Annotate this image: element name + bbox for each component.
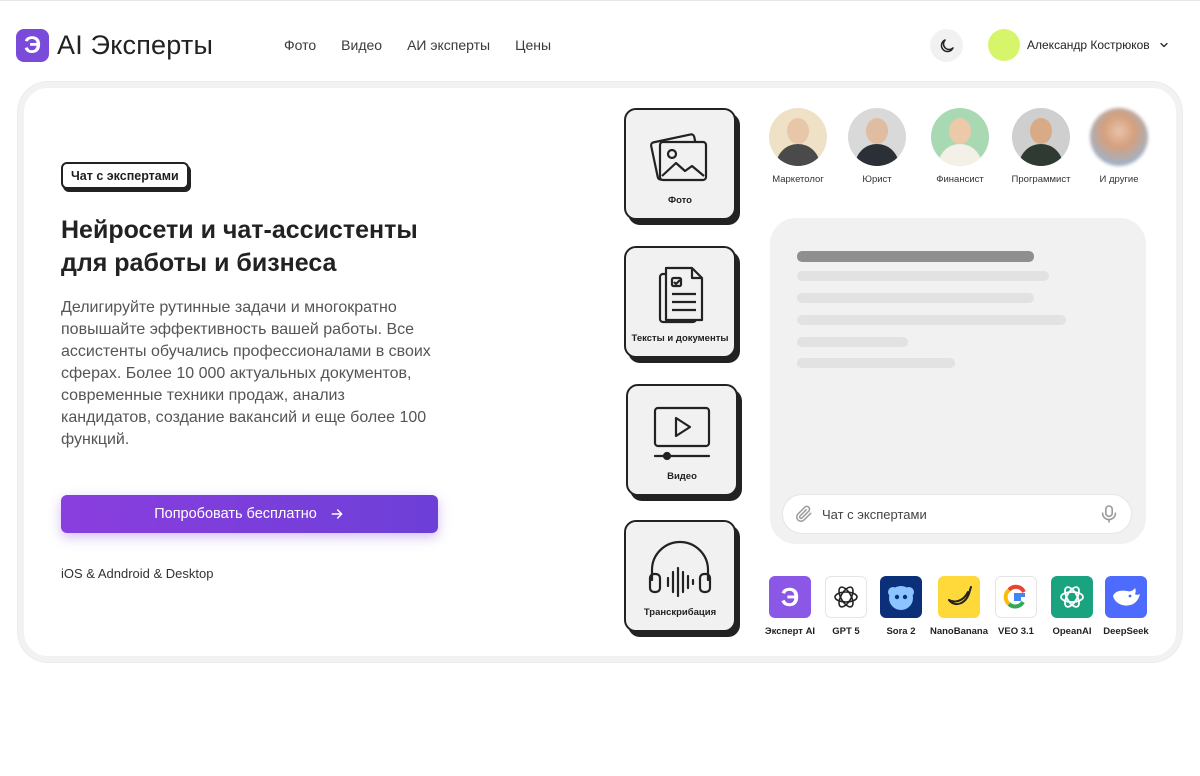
expert-label: И другие (1099, 174, 1139, 185)
expert-programmer[interactable]: Программист (1001, 108, 1081, 185)
platforms-text: iOS & Adndroid & Desktop (61, 566, 214, 581)
avatar (931, 108, 989, 166)
nav-link-prices[interactable]: Цены (515, 37, 551, 53)
nav-link-video[interactable]: Видео (341, 37, 382, 53)
try-free-label: Попробовать бесплатно (154, 506, 317, 522)
model-label: Эксперт AI (764, 626, 816, 637)
chat-input-placeholder: Чат с экспертами (822, 506, 927, 522)
avatar (769, 108, 827, 166)
skeleton-line (797, 358, 955, 368)
expert-label: Юрист (862, 174, 892, 185)
avatar (848, 108, 906, 166)
tile-label: Видео (667, 471, 697, 482)
logo[interactable]: Э AI Эксперты (16, 29, 213, 62)
user-menu[interactable]: Александр Кострюков (988, 29, 1170, 61)
user-name: Александр Кострюков (1027, 38, 1150, 52)
headline-line-1: Нейросети и чат-ассистенты (61, 216, 418, 244)
tile-video[interactable]: Видео (626, 384, 738, 496)
chevron-down-icon (1160, 42, 1168, 48)
banana-icon (938, 576, 980, 618)
tile-label: Тексты и документы (631, 333, 729, 344)
avatar (988, 29, 1020, 61)
arrow-right-icon (329, 506, 345, 522)
model-label: GPT 5 (832, 626, 860, 637)
microphone-icon[interactable] (1101, 504, 1117, 524)
paperclip-icon[interactable] (795, 505, 813, 523)
expert-label: Маркетолог (772, 174, 824, 185)
photo-icon (649, 133, 708, 182)
skeleton-line (797, 293, 1034, 303)
document-icon (658, 266, 704, 324)
skeleton-line (797, 315, 1066, 325)
chat-input[interactable]: Чат с экспертами (782, 494, 1132, 534)
google-icon (995, 576, 1037, 618)
model-gpt5[interactable]: GPT 5 (815, 576, 877, 637)
model-sora2[interactable]: Sora 2 (870, 576, 932, 637)
avatar (1090, 108, 1148, 166)
expert-others[interactable]: И другие (1079, 108, 1159, 185)
tile-label: Фото (667, 195, 692, 206)
model-label: DeepSeek (1103, 626, 1149, 637)
model-expert-ai[interactable]: Э Эксперт AI (759, 576, 821, 637)
theme-toggle-button[interactable] (930, 29, 963, 62)
moon-icon (940, 38, 954, 52)
skeleton-line (797, 251, 1034, 262)
hero-headline: Нейросети и чат-ассистенты для работы и … (61, 214, 481, 280)
sora-icon (880, 576, 922, 618)
model-openai[interactable]: OpeanAI (1041, 576, 1103, 637)
header: Э AI Эксперты Фото Видео АИ эксперты Цен… (0, 0, 1200, 88)
headphones-icon (648, 540, 712, 598)
expert-marketer[interactable]: Маркетолог (758, 108, 838, 185)
video-icon (653, 406, 711, 461)
main-nav: Фото Видео АИ эксперты Цены (284, 37, 576, 53)
tile-transcription[interactable]: Транскрибация (624, 520, 736, 632)
hero-description: Делигируйте рутинные задачи и многократн… (61, 299, 431, 448)
skeleton-line (797, 337, 908, 347)
openai-icon (825, 576, 867, 618)
model-label: VEO 3.1 (998, 626, 1034, 637)
model-label: Sora 2 (886, 626, 916, 637)
logo-text: AI Эксперты (57, 30, 214, 60)
headline-line-2: для работы и бизнеса (61, 249, 337, 277)
skeleton-line (797, 271, 1049, 281)
nav-link-ai-experts[interactable]: АИ эксперты (407, 37, 490, 53)
model-nanobanana[interactable]: NanoBanana (928, 576, 990, 637)
model-deepseek[interactable]: DeepSeek (1095, 576, 1157, 637)
logo-mark: Э (16, 29, 49, 62)
deepseek-icon (1105, 576, 1147, 618)
model-veo[interactable]: VEO 3.1 (985, 576, 1047, 637)
try-free-button[interactable]: Попробовать бесплатно (61, 495, 438, 533)
expert-label: Программист (1011, 174, 1071, 185)
tile-documents[interactable]: Тексты и документы (624, 246, 736, 358)
expert-label: Финансист (936, 174, 984, 185)
avatar (1012, 108, 1070, 166)
hero-badge: Чат с экспертами (61, 162, 189, 189)
model-label: OpeanAI (1052, 626, 1092, 637)
tile-label: Транскрибация (643, 607, 717, 618)
expert-lawyer[interactable]: Юрист (837, 108, 917, 185)
model-label: NanoBanana (929, 626, 989, 637)
nav-link-photo[interactable]: Фото (284, 37, 316, 53)
expert-ai-icon: Э (769, 576, 811, 618)
expert-financier[interactable]: Финансист (920, 108, 1000, 185)
openai-icon (1051, 576, 1093, 618)
tile-photo[interactable]: Фото (624, 108, 736, 220)
